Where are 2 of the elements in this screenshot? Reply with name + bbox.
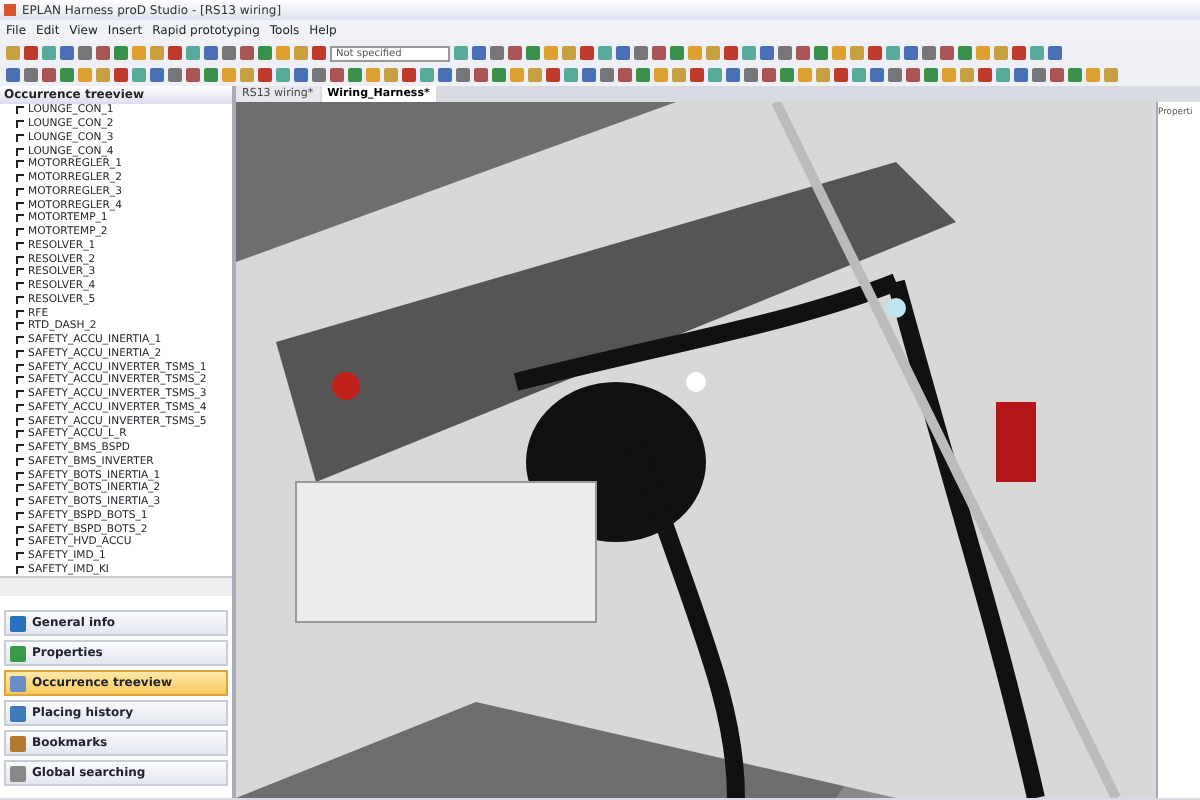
horizontal-scrollbar[interactable] <box>0 576 232 596</box>
app-logo-icon <box>4 4 16 16</box>
